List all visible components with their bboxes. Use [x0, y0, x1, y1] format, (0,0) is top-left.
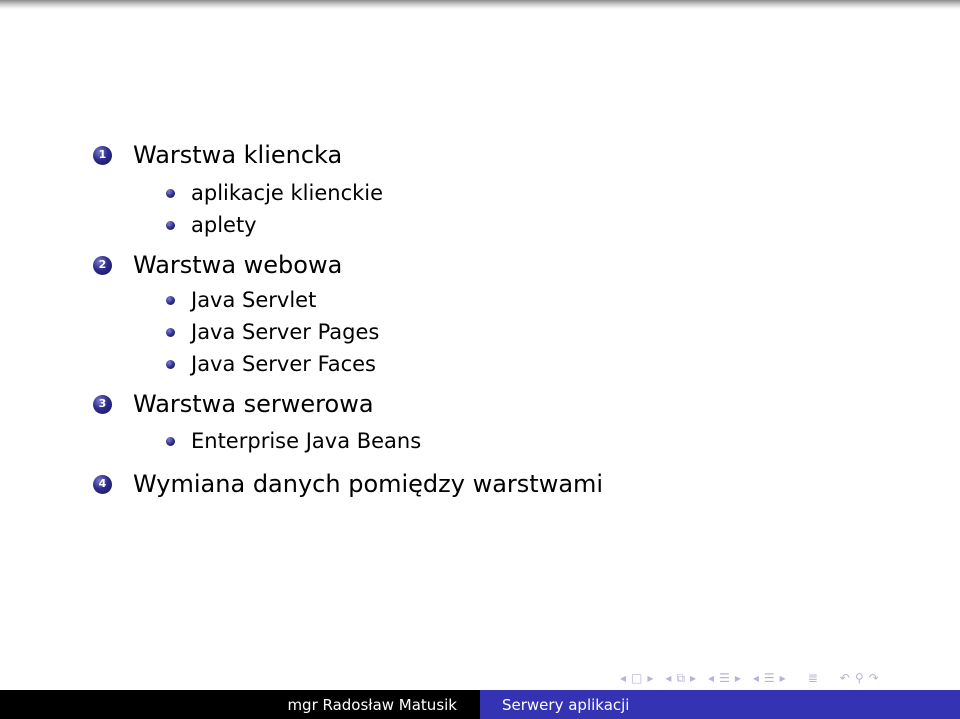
nav-left-arrow-icon[interactable]: ◂	[753, 671, 759, 685]
outline-item: aplety	[166, 212, 257, 238]
section-title: Warstwa webowa	[133, 251, 343, 279]
section-title: Wymiana danych pomiędzy warstwami	[133, 470, 604, 498]
section-title: Warstwa kliencka	[133, 141, 343, 169]
footer: mgr Radosław Matusik Serwery aplikacji	[0, 690, 960, 719]
back-icon[interactable]: ↶	[840, 671, 850, 685]
section-icon[interactable]: ☰	[719, 671, 730, 685]
frame-icon[interactable]: □	[631, 671, 642, 685]
bullet-ball-icon	[166, 188, 175, 198]
subsection-icon[interactable]: ⧉	[676, 671, 685, 686]
outline-item: Java Server Faces	[166, 351, 376, 377]
forward-icon[interactable]: ↷	[869, 671, 879, 685]
outline-section-2: 2 Warstwa webowa	[93, 251, 342, 279]
number-ball-icon: 4	[93, 474, 112, 494]
outline-section-4: 4 Wymiana danych pomiędzy warstwami	[93, 470, 603, 498]
number-ball-icon: 2	[93, 255, 112, 275]
top-shadow	[0, 0, 960, 10]
outline-item: aplikacje klienckie	[166, 180, 383, 206]
item-label: Enterprise Java Beans	[191, 429, 422, 453]
section-title: Warstwa serwerowa	[133, 390, 374, 418]
outline-item: Enterprise Java Beans	[166, 428, 421, 454]
search-icon[interactable]: ⚲	[855, 671, 864, 685]
number-ball-icon: 3	[93, 394, 112, 414]
footer-title: Serwery aplikacji	[502, 695, 630, 714]
document-icon[interactable]: ≣	[808, 671, 818, 685]
outline-item: Java Server Pages	[166, 319, 379, 345]
item-label: aplikacje klienckie	[191, 181, 384, 205]
bullet-ball-icon	[166, 436, 175, 446]
item-label: Java Servlet	[191, 288, 317, 312]
nav-left-arrow-icon[interactable]: ◂	[620, 671, 626, 685]
nav-right-arrow-icon[interactable]: ▸	[690, 671, 696, 685]
nav-right-arrow-icon[interactable]: ▸	[735, 671, 741, 685]
subsection-list-icon[interactable]: ☰	[764, 671, 775, 685]
nav-right-arrow-icon[interactable]: ▸	[780, 671, 786, 685]
footer-title-panel: Serwery aplikacji	[480, 690, 960, 719]
item-label: Java Server Faces	[191, 352, 377, 376]
bullet-ball-icon	[166, 359, 175, 369]
item-label: Java Server Pages	[191, 320, 380, 344]
footer-author: mgr Radosław Matusik	[287, 695, 457, 714]
nav-left-arrow-icon[interactable]: ◂	[665, 671, 671, 685]
navigation-bar: ◂ □ ▸ ◂ ⧉ ▸ ◂ ☰ ▸ ◂ ☰ ▸ ≣ ↶ ⚲ ↷	[620, 668, 955, 688]
item-label: aplety	[191, 213, 257, 237]
footer-author-panel: mgr Radosław Matusik	[0, 690, 480, 719]
outline-section-3: 3 Warstwa serwerowa	[93, 390, 374, 418]
outline-section-1: 1 Warstwa kliencka	[93, 141, 342, 169]
bullet-ball-icon	[166, 295, 175, 305]
nav-right-arrow-icon[interactable]: ▸	[647, 671, 653, 685]
number-ball-icon: 1	[93, 145, 112, 165]
nav-left-arrow-icon[interactable]: ◂	[708, 671, 714, 685]
bullet-ball-icon	[166, 220, 175, 230]
outline-item: Java Servlet	[166, 287, 316, 313]
bullet-ball-icon	[166, 327, 175, 337]
